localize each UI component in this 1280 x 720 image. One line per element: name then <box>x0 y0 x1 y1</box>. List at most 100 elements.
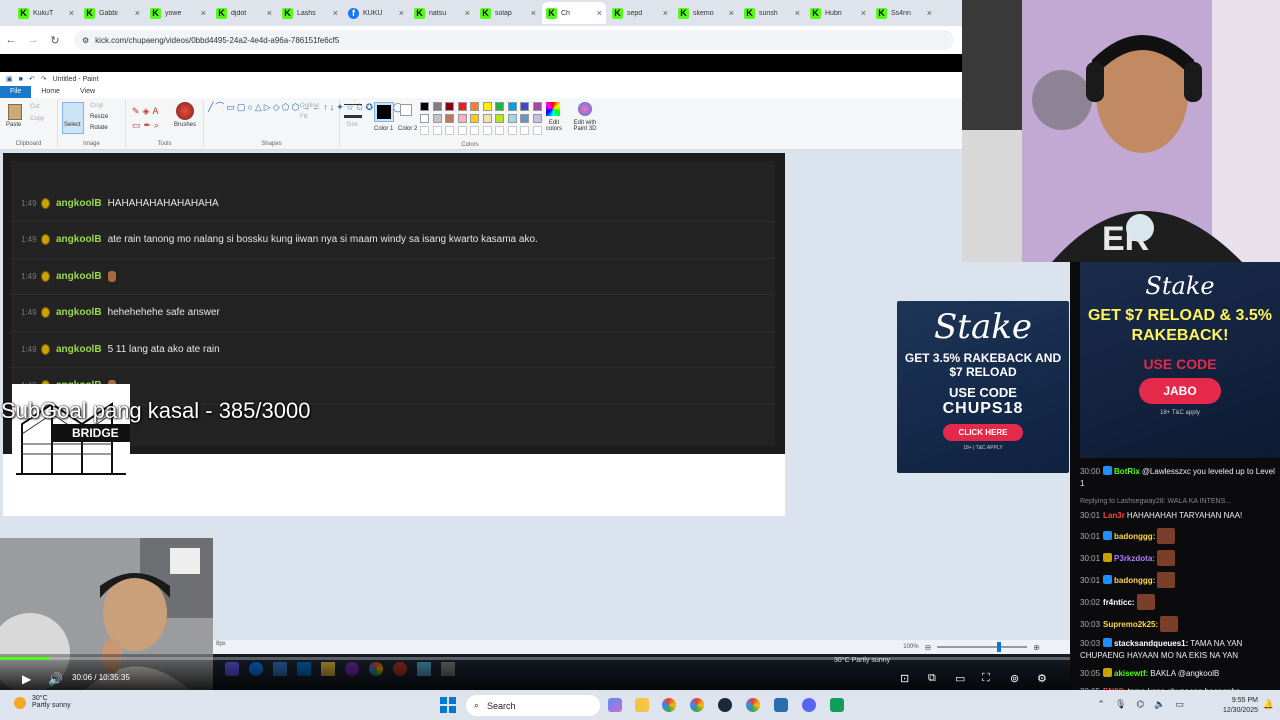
resize-label[interactable]: Resize <box>90 114 108 120</box>
close-tab-icon[interactable]: × <box>663 8 668 18</box>
fill-label[interactable]: Fill <box>300 114 308 120</box>
paste-icon[interactable] <box>8 104 22 120</box>
custom-color-swatch[interactable] <box>445 126 454 135</box>
tab-view[interactable]: View <box>70 86 105 98</box>
color-swatch[interactable] <box>532 114 542 123</box>
close-tab-icon[interactable]: × <box>531 8 536 18</box>
clip-icon[interactable]: ⊡ <box>900 672 909 685</box>
paint-3d-icon[interactable] <box>578 102 592 116</box>
color-swatch[interactable] <box>445 114 454 123</box>
windows-start-icon[interactable] <box>440 697 456 713</box>
browser-tab[interactable]: K Lashs × <box>278 2 342 24</box>
custom-color-swatch[interactable] <box>520 126 529 135</box>
microphone-icon[interactable]: 🎙 <box>1115 699 1126 710</box>
stake-ad-banner[interactable]: Stake GET 3.5% RAKEBACK AND $7 RELOAD US… <box>897 301 1069 473</box>
chat-username[interactable]: akisewtf: <box>1114 669 1148 678</box>
reload-icon[interactable]: ↻ <box>44 34 66 47</box>
forward-icon[interactable]: → <box>22 34 44 46</box>
weather-widget[interactable]: 30°C Partly sunny <box>32 695 71 709</box>
address-bar[interactable]: ⚙ kick.com/chupaeng/videos/0bbd4495-24a2… <box>74 30 954 50</box>
save-icon[interactable]: ■ <box>19 76 23 83</box>
color-swatch[interactable] <box>470 102 479 111</box>
select-button[interactable] <box>62 102 84 134</box>
color-swatch[interactable] <box>482 114 492 123</box>
chat-username[interactable]: Lan3r <box>1103 511 1125 520</box>
zoom-out-icon[interactable]: ⊖ <box>925 643 932 652</box>
speaker-icon[interactable]: 🔈 <box>1154 699 1165 710</box>
back-icon[interactable]: ← <box>0 34 22 46</box>
chrome-taskbar-icon[interactable] <box>662 698 676 712</box>
zoom-in-icon[interactable]: ⊕ <box>1033 643 1040 652</box>
color-swatch[interactable] <box>432 114 442 123</box>
color-swatch[interactable] <box>507 102 517 111</box>
close-tab-icon[interactable]: × <box>861 8 866 18</box>
custom-color-swatch[interactable] <box>495 126 504 135</box>
chat-username[interactable]: stacksandqueues1: <box>1114 639 1188 648</box>
copilot-icon[interactable] <box>608 698 622 712</box>
color-swatch[interactable] <box>482 102 492 111</box>
custom-color-swatch[interactable] <box>432 126 442 135</box>
custom-color-swatch[interactable] <box>482 126 492 135</box>
cut-label[interactable]: Cut <box>30 104 39 110</box>
browser-tab[interactable]: Kyowe × <box>146 2 210 24</box>
video-progress-bar[interactable] <box>0 657 1070 660</box>
color-swatch[interactable] <box>507 114 517 123</box>
close-tab-icon[interactable]: × <box>267 8 272 18</box>
chat-username[interactable]: badonggg: <box>1114 576 1155 585</box>
browser-tab[interactable]: K Hubri × <box>806 2 870 24</box>
tab-home[interactable]: Home <box>31 86 70 98</box>
browser-tab[interactable]: f KUKU × <box>344 2 408 24</box>
weather-icon[interactable] <box>14 697 26 709</box>
site-info-icon[interactable]: ⚙ <box>82 36 89 45</box>
close-tab-icon[interactable]: × <box>69 8 74 18</box>
browser-tab[interactable]: Kskemo × <box>674 2 738 24</box>
custom-color-swatch[interactable] <box>457 126 467 135</box>
eraser-picker-zoom-icons[interactable]: ▭✒⌕ <box>132 120 162 131</box>
browser-tab[interactable]: Kdjdot × <box>212 2 276 24</box>
chat-username[interactable]: Supremo2k25: <box>1103 620 1158 629</box>
discord-icon[interactable] <box>802 698 816 712</box>
crop-label[interactable]: Crop <box>90 103 103 109</box>
chat-username[interactable]: badonggg: <box>1114 532 1155 541</box>
close-tab-icon[interactable]: × <box>795 8 800 18</box>
brushes-icon[interactable] <box>176 102 194 120</box>
pencil-fill-text-icons[interactable]: ✎◈A <box>132 106 161 117</box>
custom-color-swatch[interactable] <box>470 126 479 135</box>
chat-ad-code-button[interactable]: JABO <box>1139 378 1221 404</box>
close-tab-icon[interactable]: × <box>465 8 470 18</box>
color-swatch[interactable] <box>495 102 504 111</box>
color2-button[interactable] <box>400 104 412 116</box>
edit-colors-icon[interactable] <box>546 102 560 116</box>
custom-color-swatch[interactable] <box>507 126 517 135</box>
fullscreen-icon[interactable]: ⛶ <box>982 672 990 685</box>
file-explorer-icon[interactable] <box>635 698 649 712</box>
custom-color-swatch[interactable] <box>532 126 542 135</box>
stake-ad-click-button[interactable]: CLICK HERE <box>942 424 1024 441</box>
color-swatch[interactable] <box>432 102 442 111</box>
browser-tab[interactable]: K Gabbi × <box>80 2 144 24</box>
play-icon[interactable]: ▶ <box>22 672 31 686</box>
redo-icon[interactable]: ↷ <box>41 75 47 83</box>
close-tab-icon[interactable]: × <box>201 8 206 18</box>
color-swatch[interactable] <box>520 114 529 123</box>
custom-color-swatch[interactable] <box>420 126 429 135</box>
color-swatch[interactable] <box>520 102 529 111</box>
speed-icon[interactable]: ⊚ <box>1010 672 1019 685</box>
chat-stake-ad[interactable]: Stake GET $7 RELOAD & 3.5% RAKEBACK! USE… <box>1080 262 1280 458</box>
taskbar-search[interactable]: ⌕ Search <box>466 695 600 716</box>
battery-icon[interactable]: ▭ <box>1175 699 1184 710</box>
browser-tab[interactable]: Ksolap × <box>476 2 540 24</box>
color-swatch[interactable] <box>445 102 454 111</box>
steam-icon[interactable] <box>718 698 732 712</box>
color-swatch[interactable] <box>457 114 467 123</box>
color-swatch[interactable] <box>420 102 429 111</box>
volume-icon[interactable]: 🔊 <box>48 672 63 686</box>
close-tab-icon[interactable]: × <box>597 8 602 18</box>
browser-tab[interactable]: Knatsu × <box>410 2 474 24</box>
color-swatch[interactable] <box>470 114 479 123</box>
color-swatch[interactable] <box>532 102 542 111</box>
close-tab-icon[interactable]: × <box>399 8 404 18</box>
chat-username[interactable]: fr4nticc: <box>1103 598 1135 607</box>
close-tab-icon[interactable]: × <box>927 8 932 18</box>
browser-tab[interactable]: Ksepd × <box>608 2 672 24</box>
